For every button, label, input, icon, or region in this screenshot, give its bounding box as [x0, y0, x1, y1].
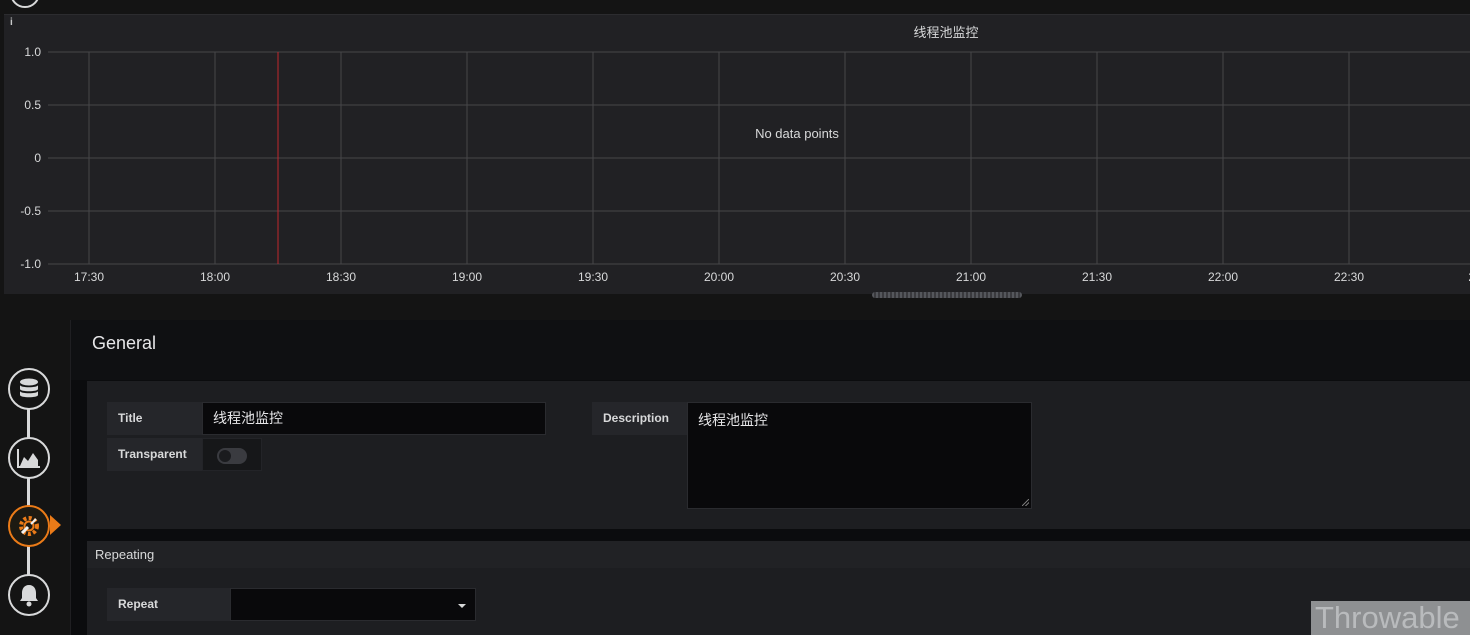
x-tick-label: 20:00	[704, 270, 734, 284]
toggle-track	[217, 448, 247, 464]
y-tick-label: 0	[34, 151, 41, 165]
no-data-text: No data points	[755, 126, 839, 141]
top-circle-button[interactable]	[10, 0, 40, 8]
panel-editor: General Title 线程池监控 Transparent Descript…	[70, 320, 1470, 635]
repeating-options: Repeat	[87, 568, 1470, 635]
rail-visualization-button[interactable]	[8, 437, 50, 479]
x-tick-label: 22:30	[1334, 270, 1364, 284]
description-label: Description	[592, 402, 687, 435]
graph-svg: 1.0 0.5 0 -0.5 -1.0 17:30 18:00 18:30 19:00 19:30…	[20, 45, 1470, 284]
x-tick-label: 17:30	[74, 270, 104, 284]
x-tick-label: 18:00	[200, 270, 230, 284]
editor-header: General	[71, 320, 1470, 380]
x-tick-label: 21:00	[956, 270, 986, 284]
textarea-resize-icon[interactable]	[1022, 499, 1029, 506]
x-tick-label: 19:30	[578, 270, 608, 284]
watermark: Throwable	[1311, 601, 1470, 635]
database-icon	[20, 378, 38, 398]
graph-panel: 1.0 0.5 0 -0.5 -1.0 17:30 18:00 18:30 19:00 19:30…	[4, 14, 1470, 294]
rail-general-button[interactable]	[8, 505, 50, 547]
section-title: General	[92, 333, 157, 353]
x-tick-label: 19:00	[452, 270, 482, 284]
repeating-header: Repeating	[87, 541, 1470, 568]
y-tick-label: -1.0	[20, 257, 41, 271]
panel-resize-handle[interactable]	[872, 292, 1022, 298]
panel-title[interactable]: 线程池监控	[4, 22, 1470, 41]
area-chart-icon	[17, 449, 40, 468]
rail-line	[27, 392, 30, 602]
y-tick-label: 1.0	[24, 45, 41, 59]
rail-queries-button[interactable]	[8, 368, 50, 410]
title-input[interactable]: 线程池监控	[202, 402, 546, 435]
general-options: Title 线程池监控 Transparent Description 线程池监…	[87, 381, 1470, 529]
transparent-label: Transparent	[107, 438, 202, 471]
toggle-knob	[219, 450, 231, 462]
settings-wrench-icon	[19, 516, 39, 536]
transparent-toggle[interactable]	[202, 438, 262, 471]
caret-down-icon	[458, 604, 466, 608]
repeat-select[interactable]	[230, 588, 476, 621]
x-tick-label: 22:00	[1208, 270, 1238, 284]
description-text: 线程池监控	[698, 412, 768, 428]
description-textarea[interactable]: 线程池监控	[687, 402, 1032, 509]
rail-alert-button[interactable]	[8, 574, 50, 616]
title-label: Title	[107, 402, 202, 435]
x-tick-label: 21:30	[1082, 270, 1112, 284]
y-tick-label: 0.5	[24, 98, 41, 112]
bell-icon	[20, 585, 38, 607]
repeat-label: Repeat	[107, 588, 230, 621]
y-tick-label: -0.5	[20, 204, 41, 218]
x-tick-label: 20:30	[830, 270, 860, 284]
x-tick-label: 18:30	[326, 270, 356, 284]
active-indicator-arrow	[50, 515, 61, 535]
